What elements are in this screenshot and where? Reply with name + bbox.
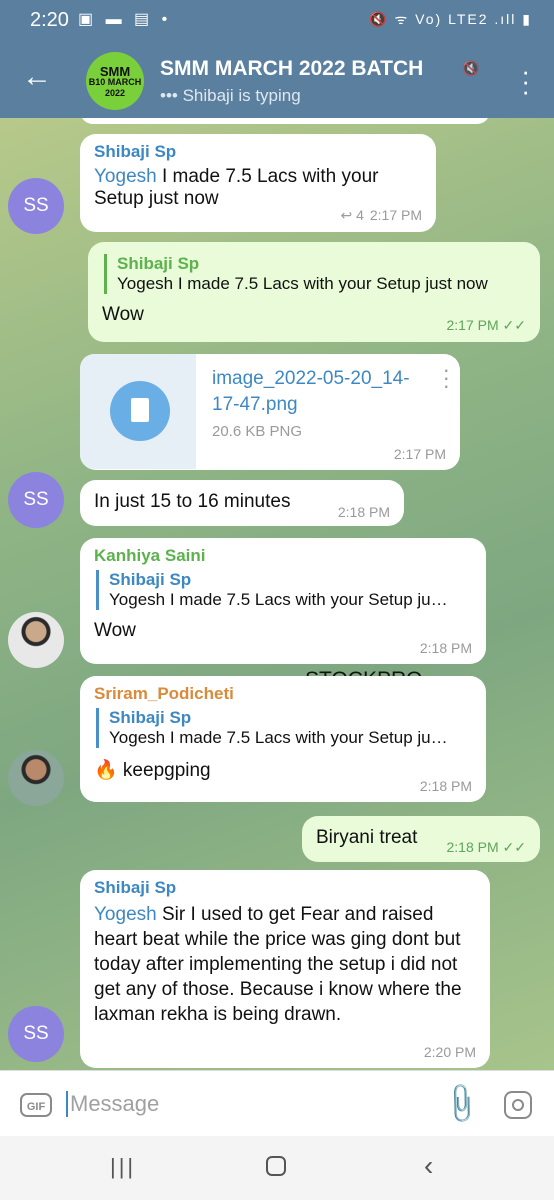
chat-area[interactable]: SS Shibaji Sp Yogesh I made 7.5 Lacs wit…: [0, 118, 554, 1070]
message-bubble[interactable]: Sriram_Podicheti Shibaji Sp Yogesh I mad…: [80, 676, 486, 802]
reply-icon[interactable]: ↩ 4: [340, 207, 363, 223]
gif-button[interactable]: GIF: [20, 1093, 52, 1117]
message-text: Yogesh I made 7.5 Lacs with your Setup j…: [94, 166, 424, 210]
file-menu-icon[interactable]: · · ·: [443, 359, 450, 397]
file-message[interactable]: image_2022-05-20_14-17-47.png 20.6 KB PN…: [80, 354, 460, 470]
message-text: 🔥 keepgping: [94, 760, 211, 781]
status-time: 2:20: [30, 9, 69, 31]
avatar-text: B10 MARCH: [88, 77, 142, 87]
file-download-icon[interactable]: [110, 381, 170, 441]
avatar-photo[interactable]: [8, 612, 64, 668]
sender-name[interactable]: Shibaji Sp: [94, 142, 422, 162]
avatar-text: 2022: [104, 88, 126, 98]
message-time: 2:17 PM: [446, 317, 499, 333]
avatar[interactable]: SS: [8, 1006, 64, 1062]
mention[interactable]: Yogesh: [94, 166, 157, 187]
message-meta: 2:18 PM ✓✓: [446, 839, 527, 855]
avatar-photo[interactable]: [8, 750, 64, 806]
quote-text: Yogesh I made 7.5 Lacs with your Setup j…: [109, 728, 448, 747]
message-text: Biryani treat: [316, 827, 418, 848]
more-menu-icon[interactable]: · · ·: [521, 58, 530, 104]
recent-apps-icon[interactable]: |||: [110, 1154, 136, 1180]
message-bubble[interactable]: Kanhiya Saini Shibaji Sp Yogesh I made 7…: [80, 538, 486, 664]
message-text: Wow: [94, 620, 136, 641]
message-time: 2:17 PM: [393, 446, 446, 462]
quote-text: Yogesh I made 7.5 Lacs with your Setup j…: [117, 274, 488, 293]
message-meta: ↩ 4 2:17 PM: [340, 207, 422, 224]
muted-icon: 🔇: [462, 60, 480, 76]
quote-sender: Shibaji Sp: [117, 254, 200, 273]
message-time: 2:18 PM: [419, 778, 472, 794]
mention[interactable]: Yogesh: [94, 904, 157, 925]
message-time: 2:20 PM: [423, 1044, 476, 1060]
reply-quote[interactable]: Shibaji Sp Yogesh I made 7.5 Lacs with y…: [104, 254, 526, 294]
reply-quote[interactable]: Shibaji Sp Yogesh I made 7.5 Lacs with y…: [96, 708, 472, 748]
message-bubble-outgoing[interactable]: Shibaji Sp Yogesh I made 7.5 Lacs with y…: [88, 242, 540, 342]
status-right-icons: 🔇 ᯤ Vo) LTE2 .ıll ▮: [369, 11, 532, 27]
avatar[interactable]: SS: [8, 178, 64, 234]
reply-count: 4: [356, 207, 364, 223]
notification-icons: ▣ ▬ ▤ •: [78, 11, 172, 28]
sender-name[interactable]: Sriram_Podicheti: [94, 684, 472, 704]
chat-header: ← SMM B10 MARCH 2022 SMM MARCH 2022 BATC…: [0, 40, 554, 118]
status-bar: 2:20 ▣ ▬ ▤ • 🔇 ᯤ Vo) LTE2 .ıll ▮: [0, 0, 554, 40]
file-thumbnail[interactable]: [80, 354, 196, 469]
chat-title[interactable]: SMM MARCH 2022 BATCH: [160, 57, 423, 81]
back-arrow-icon[interactable]: ←: [22, 62, 52, 92]
file-name[interactable]: image_2022-05-20_14-17-47.png: [212, 366, 432, 418]
message-time: 2:18 PM: [419, 640, 472, 656]
message-composer: GIF Message 📎: [0, 1070, 554, 1137]
message-text: Yogesh Sir I used to get Fear and raised…: [94, 902, 474, 1027]
message-time: 2:18 PM: [337, 504, 390, 520]
message-bubble-partial: [80, 118, 490, 124]
message-bubble[interactable]: Shibaji Sp Yogesh Sir I used to get Fear…: [80, 870, 490, 1068]
reply-quote[interactable]: Shibaji Sp Yogesh I made 7.5 Lacs with y…: [96, 570, 472, 610]
message-bubble[interactable]: Shibaji Sp Yogesh I made 7.5 Lacs with y…: [80, 134, 436, 232]
message-input[interactable]: Message: [66, 1091, 159, 1117]
message-time: 2:17 PM: [369, 207, 422, 223]
quote-sender: Shibaji Sp: [109, 708, 192, 727]
system-nav-bar: ||| ‹: [0, 1136, 554, 1200]
paperclip-icon[interactable]: 📎: [437, 1080, 485, 1128]
message-meta: 2:17 PM ✓✓: [446, 317, 527, 333]
sender-name[interactable]: Kanhiya Saini: [94, 546, 472, 566]
avatar[interactable]: SS: [8, 472, 64, 528]
typing-status: ••• Shibaji is typing: [160, 86, 301, 105]
quote-sender: Shibaji Sp: [109, 570, 192, 589]
camera-icon[interactable]: [504, 1091, 532, 1119]
message-time: 2:18 PM: [446, 839, 499, 855]
file-size: 20.6 KB PNG: [212, 423, 303, 440]
home-icon[interactable]: [266, 1156, 286, 1176]
document-icon: [131, 398, 149, 422]
message-text: In just 15 to 16 minutes: [94, 491, 291, 512]
message-bubble[interactable]: In just 15 to 16 minutes 2:18 PM: [80, 480, 404, 526]
back-chevron-icon[interactable]: ‹: [424, 1150, 433, 1182]
quote-text: Yogesh I made 7.5 Lacs with your Setup j…: [109, 590, 448, 609]
avatar-text: SMM: [99, 64, 131, 79]
message-bubble-outgoing[interactable]: Biryani treat 2:18 PM ✓✓: [302, 816, 540, 862]
sender-name[interactable]: Shibaji Sp: [94, 878, 476, 898]
group-avatar[interactable]: SMM B10 MARCH 2022: [86, 52, 144, 110]
